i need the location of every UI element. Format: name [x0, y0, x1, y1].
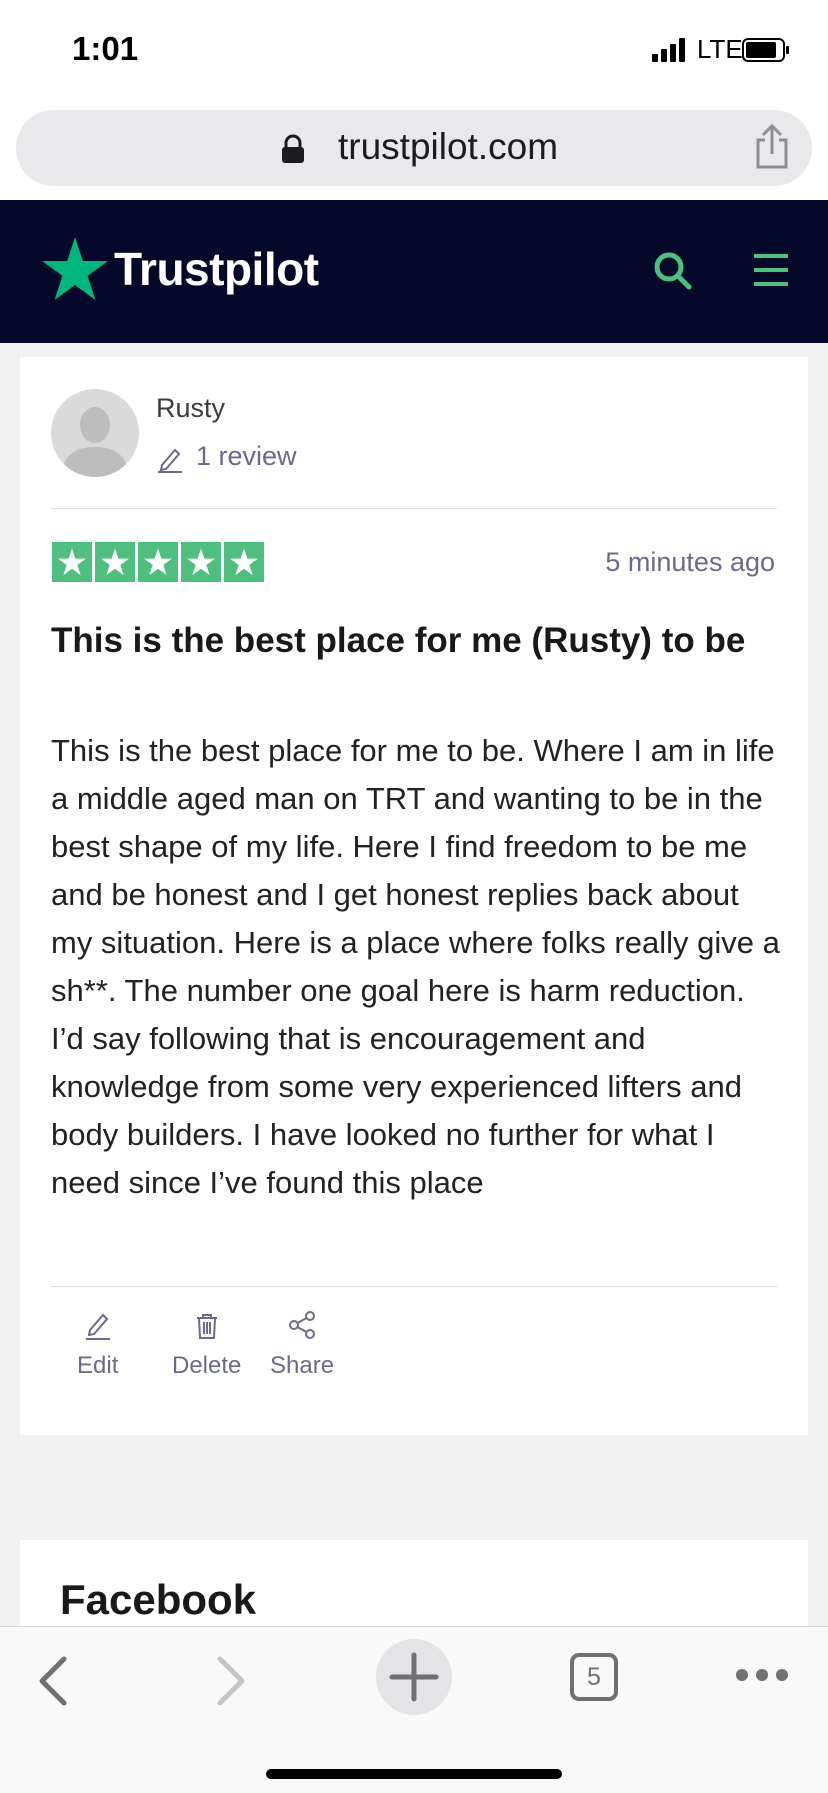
share-icon[interactable]: [750, 124, 794, 170]
trustpilot-star-icon: [42, 237, 108, 300]
review-count: 1 review: [196, 441, 297, 471]
company-name[interactable]: Facebook: [60, 1576, 256, 1624]
address-bar[interactable]: trustpilot.com: [16, 110, 812, 186]
rating-star-icon: [138, 542, 178, 582]
review-title: This is the best place for me (Rusty) to…: [51, 621, 746, 660]
battery-icon: [742, 38, 789, 62]
signal-icon: [652, 38, 685, 62]
review-time: 5 minutes ago: [605, 547, 775, 577]
menu-icon[interactable]: [752, 252, 790, 288]
delete-label: Delete: [172, 1352, 242, 1379]
site-header: Trustpilot: [0, 200, 828, 343]
rating-star-icon: [224, 542, 264, 582]
edit-button[interactable]: Edit: [77, 1310, 118, 1380]
trash-icon: [196, 1314, 217, 1339]
delete-button[interactable]: Delete: [172, 1310, 241, 1380]
edit-label: Edit: [77, 1352, 119, 1379]
avatar[interactable]: [51, 389, 139, 477]
user-silhouette-icon: [61, 407, 129, 477]
browser-toolbar: 5: [0, 1626, 828, 1793]
share-label: Share: [270, 1352, 335, 1379]
network-label: LTE: [697, 34, 743, 64]
status-time: 1:01: [72, 30, 139, 67]
forward-icon[interactable]: [214, 1653, 248, 1709]
home-indicator: [266, 1769, 562, 1779]
tabs-button[interactable]: 5: [570, 1653, 618, 1701]
status-bar: 1:01 LTE: [0, 0, 828, 100]
more-icon[interactable]: [734, 1667, 790, 1683]
new-tab-button[interactable]: [376, 1639, 452, 1715]
star-rating: [52, 542, 264, 582]
divider: [51, 1286, 777, 1287]
review-body: This is the best place for me to be. Whe…: [51, 733, 780, 1200]
rating-star-icon: [52, 542, 92, 582]
address-domain: trustpilot.com: [338, 126, 559, 167]
browser-address-area: trustpilot.com: [0, 100, 828, 200]
pencil-icon: [85, 1313, 110, 1340]
trustpilot-logo[interactable]: Trustpilot: [42, 234, 319, 304]
back-icon[interactable]: [36, 1653, 70, 1709]
lock-icon: [282, 134, 304, 163]
reviewer-name[interactable]: Rusty: [156, 393, 225, 424]
divider: [51, 508, 777, 509]
brand-name: Trustpilot: [114, 243, 319, 295]
review-card: Rusty 1 review 5 minutes ago This is the…: [20, 357, 808, 1435]
rating-star-icon: [181, 542, 221, 582]
share-nodes-icon: [289, 1311, 316, 1339]
share-button[interactable]: Share: [270, 1310, 334, 1380]
rating-star-icon: [95, 542, 135, 582]
plus-icon: [389, 1652, 439, 1702]
search-icon[interactable]: [652, 250, 692, 290]
pencil-icon: [158, 448, 182, 473]
